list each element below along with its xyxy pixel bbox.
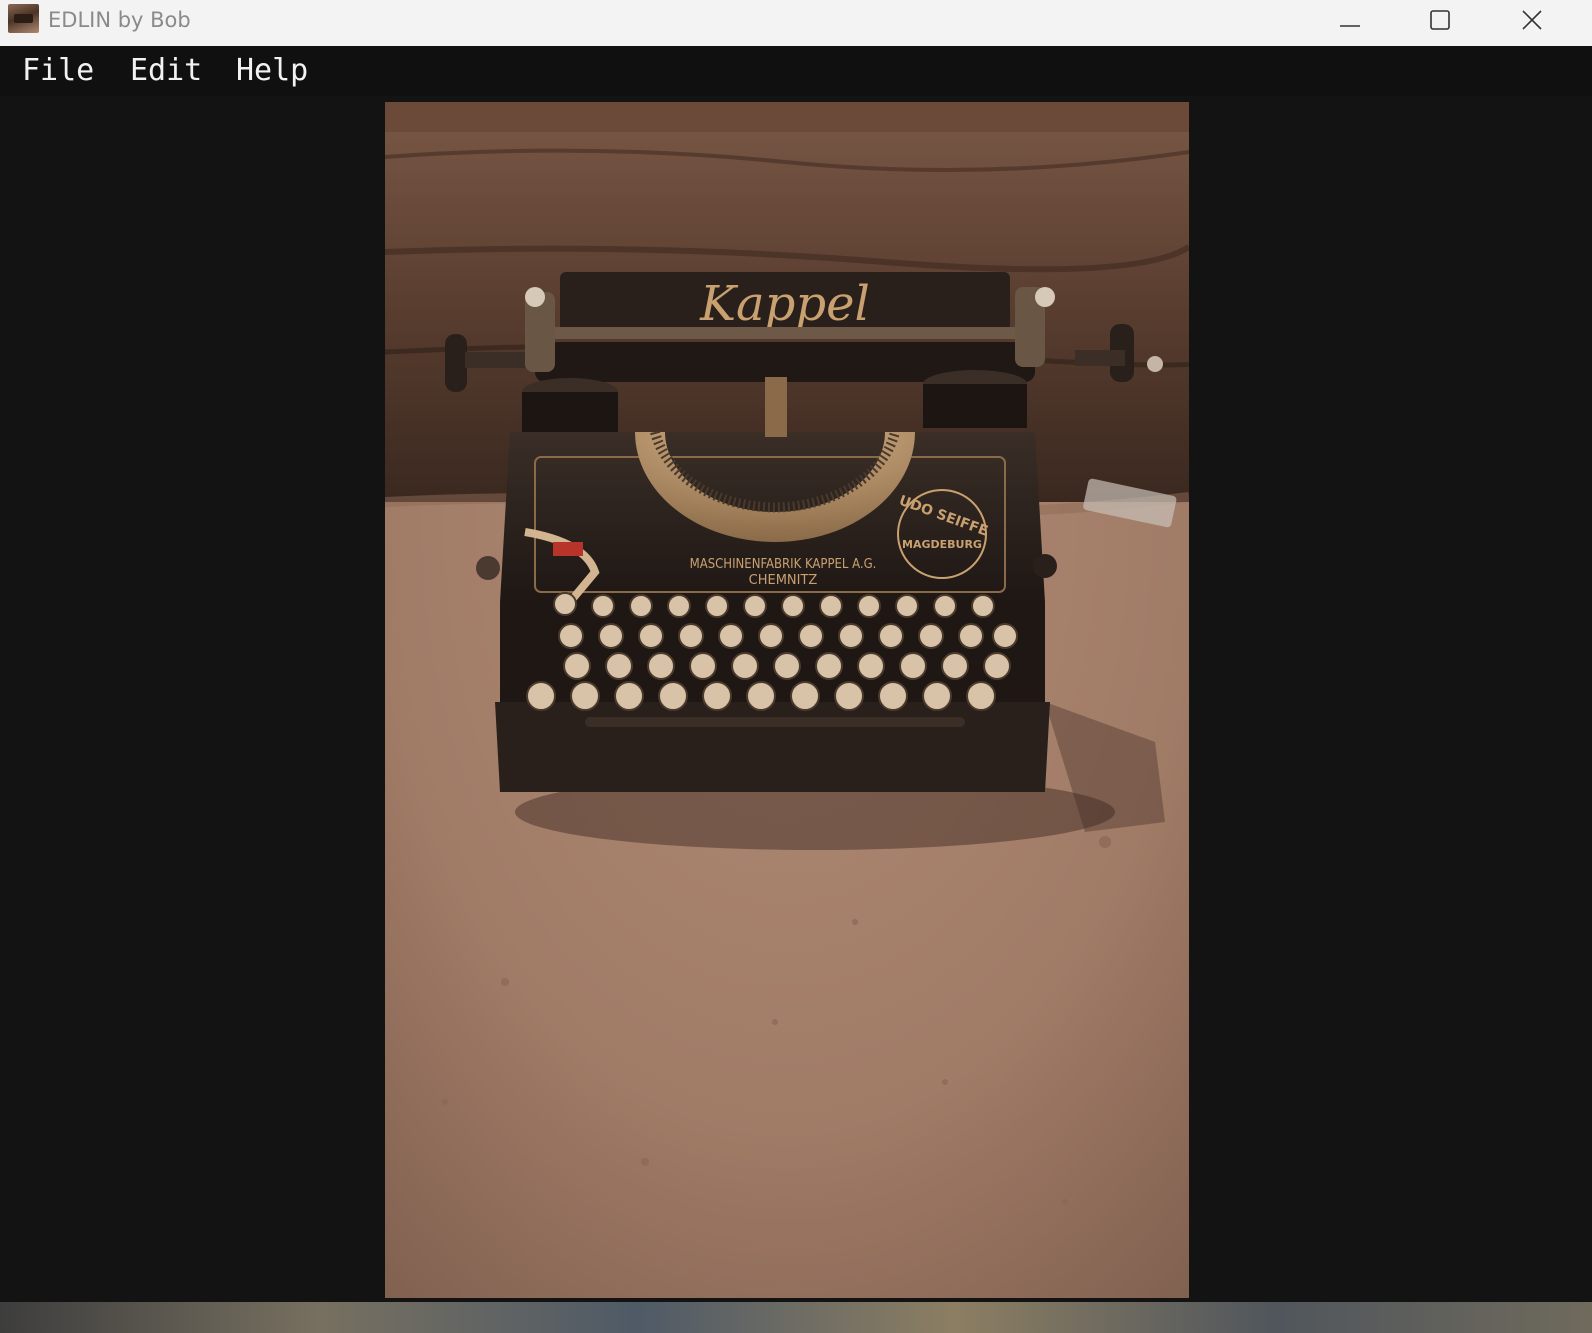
title-bar[interactable]: EDLIN by Bob (0, 0, 1592, 46)
menu-edit[interactable]: Edit (130, 52, 202, 90)
close-icon (1522, 10, 1542, 30)
menu-file[interactable]: File (22, 52, 94, 90)
minimize-button[interactable] (1305, 0, 1395, 40)
nameplate-line-1: MASCHINENFABRIK KAPPEL A.G. (690, 557, 877, 572)
maximize-icon (1430, 10, 1450, 30)
menu-bar: File Edit Help (0, 46, 1592, 96)
typewriter-app-icon[interactable] (8, 4, 39, 33)
typewriter-photo: Kappel MASCHINENFABRIK KAPPEL A.G. CHEMN… (385, 102, 1189, 1298)
app-window: EDLIN by Bob File Edit Help Kappel MASCH… (0, 0, 1592, 1333)
menu-help[interactable]: Help (236, 52, 308, 90)
maximize-button[interactable] (1395, 0, 1485, 40)
brand-lettering: Kappel (699, 276, 870, 332)
window-title: EDLIN by Bob (48, 8, 191, 32)
taskbar-edge (0, 1302, 1592, 1333)
document-area: Kappel MASCHINENFABRIK KAPPEL A.G. CHEMN… (0, 96, 1592, 1318)
close-button[interactable] (1487, 0, 1577, 40)
nameplate-line-2: CHEMNITZ (749, 573, 818, 588)
typewriter-illustration: Kappel MASCHINENFABRIK KAPPEL A.G. CHEMN… (385, 102, 1189, 1298)
badge-middle: MAGDEBURG (902, 538, 982, 551)
minimize-icon (1340, 25, 1360, 27)
